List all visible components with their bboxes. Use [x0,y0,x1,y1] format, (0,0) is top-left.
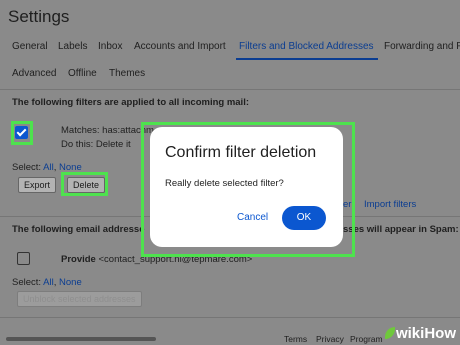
blocked-address-checkbox[interactable] [17,252,30,265]
select-all-link[interactable]: All [43,277,54,288]
select-label: Select: [12,162,42,173]
select-label: Select: [12,277,42,288]
blocked-select-row: Select: All, None [12,277,82,288]
tab-forwarding[interactable]: Forwarding and P [384,41,460,52]
divider [0,317,460,318]
leaf-icon [384,327,395,339]
tab-labels[interactable]: Labels [58,41,87,52]
tab-advanced[interactable]: Advanced [12,68,56,79]
tab-general[interactable]: General [12,41,48,52]
filter-checkbox[interactable] [15,126,28,139]
confirm-dialog: Confirm filter deletion Really delete se… [150,127,343,247]
tab-filters-and-blocked-addresses[interactable]: Filters and Blocked Addresses [239,41,374,52]
export-button[interactable]: Export [18,177,57,193]
import-filters-link[interactable]: Import filters [364,199,416,210]
select-none-link[interactable]: None [59,277,82,288]
watermark-how: How [424,325,456,342]
tab-inbox[interactable]: Inbox [98,41,122,52]
footer-privacy-link[interactable]: Privacy [316,334,344,344]
dialog-title: Confirm filter deletion [165,144,317,161]
active-tab-indicator [236,58,378,60]
blocked-heading-left: The following email addresse [12,224,145,235]
select-separator: , [53,277,57,288]
tab-themes[interactable]: Themes [109,68,145,79]
horizontal-scrollbar[interactable] [6,337,156,341]
delete-button[interactable]: Delete [67,177,106,193]
footer-terms-link[interactable]: Terms [284,334,307,344]
cancel-button[interactable]: Cancel [237,212,268,223]
blocked-heading-right: sses will appear in Spam: [343,224,459,235]
divider [0,89,460,90]
page-title: Settings [8,7,70,26]
wikihow-watermark: wikiHow [384,325,456,342]
filter-matches: Matches: has:attachm [61,125,154,136]
ok-button[interactable]: OK [282,206,326,230]
dialog-message: Really delete selected filter? [165,178,284,189]
select-separator: , [53,162,57,173]
select-all-link[interactable]: All [43,162,54,173]
filter-action: Do this: Delete it [61,139,131,150]
unblock-selected-button[interactable]: Unblock selected addresses [17,291,142,307]
tab-offline[interactable]: Offline [68,68,97,79]
watermark-wiki: wiki [395,325,425,342]
footer-program-link[interactable]: Program [350,334,383,344]
blocked-sender-name: Provide [61,254,96,265]
tab-accounts-and-import[interactable]: Accounts and Import [134,41,226,52]
filters-heading: The following filters are applied to all… [12,97,249,108]
